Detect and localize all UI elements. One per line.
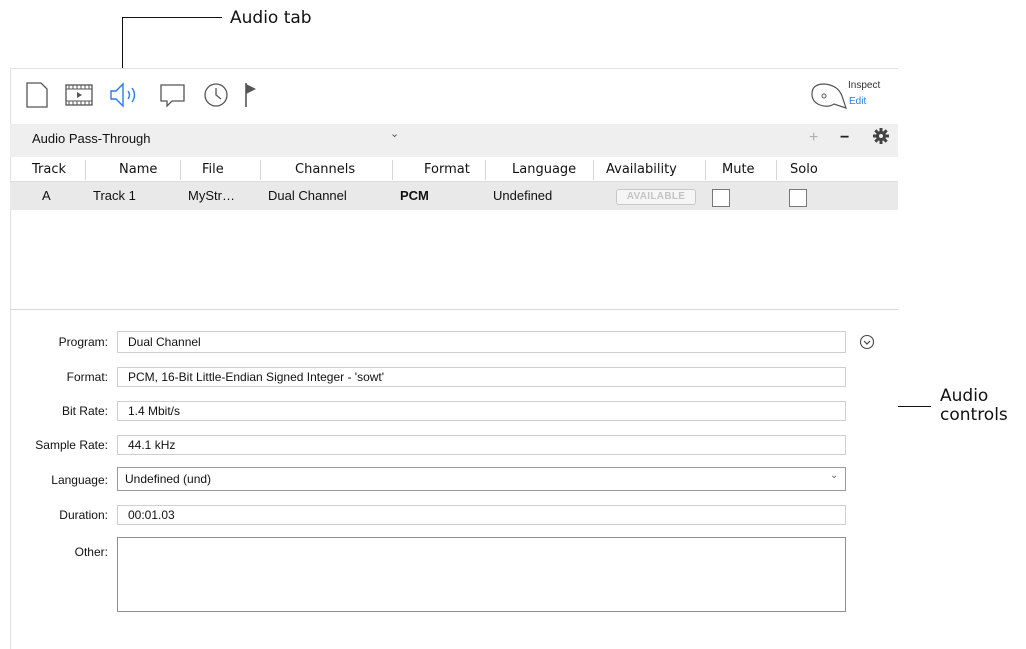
track-selector[interactable]: Audio Pass-Through (32, 131, 151, 146)
samplerate-field[interactable]: 44.1 kHz (117, 435, 846, 455)
column-separator (260, 160, 261, 180)
column-header-name[interactable]: Name (119, 160, 157, 180)
name-cell: Track 1 (93, 188, 136, 203)
gear-icon[interactable] (872, 127, 890, 145)
chevron-down-icon[interactable]: ⌄ (390, 127, 399, 140)
language-select[interactable]: Undefined (und) (117, 467, 846, 491)
column-separator (776, 160, 777, 180)
document-icon[interactable] (24, 80, 50, 110)
column-header-track[interactable]: Track (32, 160, 66, 180)
add-track-button[interactable]: + (809, 128, 818, 148)
section-divider (10, 309, 898, 310)
solo-checkbox[interactable] (789, 189, 807, 207)
chevron-down-icon[interactable]: ⌄ (830, 470, 838, 481)
speech-bubble-icon[interactable] (158, 80, 188, 110)
file-cell: MyStr… (188, 188, 235, 203)
samplerate-label: Sample Rate: (35, 438, 108, 452)
language-cell: Undefined (493, 188, 553, 203)
program-label: Program: (58, 335, 108, 349)
speaker-icon[interactable] (108, 80, 142, 110)
format-field[interactable]: PCM, 16-Bit Little-Endian Signed Integer… (117, 367, 846, 387)
inspect-icon[interactable] (808, 80, 848, 112)
column-separator (392, 160, 393, 180)
table-row[interactable] (10, 182, 898, 210)
clock-icon[interactable] (201, 80, 231, 110)
column-header-channels[interactable]: Channels (295, 160, 355, 180)
format-label: Format: (66, 370, 108, 384)
language-label: Language: (51, 473, 108, 487)
column-separator (180, 160, 181, 180)
mute-checkbox[interactable] (712, 189, 730, 207)
bitrate-label: Bit Rate: (61, 404, 108, 418)
column-header-solo[interactable]: Solo (790, 160, 818, 180)
inspect-label: Inspect (848, 80, 881, 91)
column-separator (485, 160, 486, 180)
other-label: Other: (74, 545, 108, 559)
channels-cell: Dual Channel (268, 188, 347, 203)
column-separator (593, 160, 594, 180)
track-cell: A (42, 188, 51, 203)
column-header-availability[interactable]: Availability (606, 160, 677, 180)
film-icon[interactable] (64, 80, 94, 110)
disclosure-chevron-icon[interactable] (859, 334, 875, 350)
edit-link[interactable]: Edit (849, 96, 866, 107)
flag-icon[interactable] (240, 80, 264, 110)
window-border-top (10, 68, 898, 69)
column-header-mute[interactable]: Mute (722, 160, 755, 180)
audio-controls-callout-line1: Audio (940, 386, 989, 406)
duration-label: Duration: (59, 508, 108, 522)
remove-track-button[interactable]: − (840, 128, 849, 148)
format-cell: PCM (400, 188, 429, 203)
column-header-language[interactable]: Language (512, 160, 576, 180)
column-separator (85, 160, 86, 180)
duration-field[interactable]: 00:01.03 (117, 505, 846, 525)
availability-badge: AVAILABLE (616, 189, 696, 205)
bitrate-field[interactable]: 1.4 Mbit/s (117, 401, 846, 421)
audio-tab-callout-line-h (122, 17, 222, 18)
column-header-file[interactable]: File (202, 160, 224, 180)
other-textarea[interactable] (117, 537, 846, 612)
column-header-format[interactable]: Format (424, 160, 470, 180)
column-separator (705, 160, 706, 180)
audio-controls-callout-line2: controls (940, 405, 1008, 425)
program-field[interactable]: Dual Channel (117, 331, 846, 353)
audio-tab-callout: Audio tab (230, 8, 312, 28)
